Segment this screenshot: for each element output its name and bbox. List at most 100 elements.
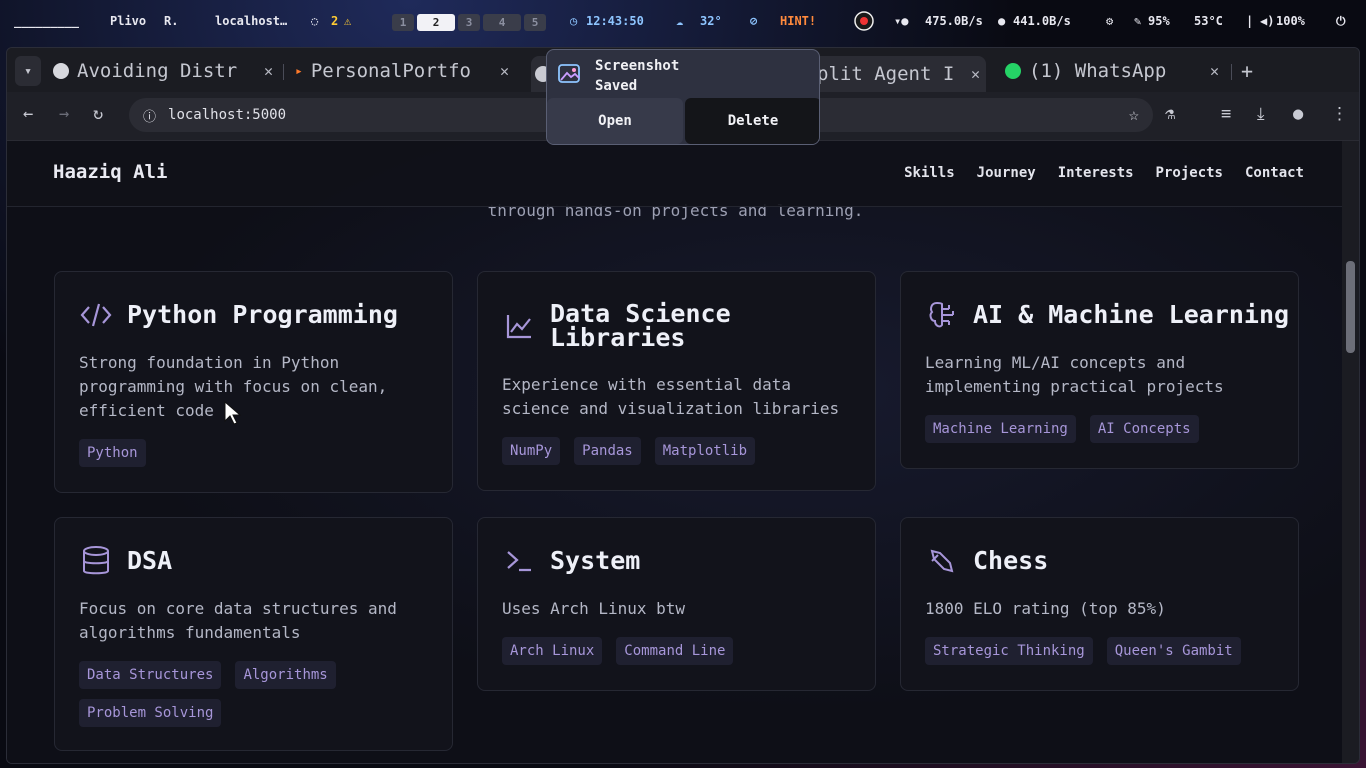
database-icon bbox=[79, 544, 113, 578]
page-scrollbar[interactable] bbox=[1342, 141, 1359, 763]
url-text: localhost:5000 bbox=[168, 107, 287, 123]
card-title: DSA bbox=[127, 546, 173, 575]
hint-badge[interactable]: HINT! bbox=[780, 14, 816, 28]
back-arrow-icon[interactable]: ← bbox=[23, 104, 33, 124]
tag: Machine Learning bbox=[925, 415, 1076, 443]
nav-projects[interactable]: Projects bbox=[1156, 165, 1223, 181]
card-title: Chess bbox=[973, 546, 1049, 575]
notification-title: Screenshot bbox=[595, 58, 680, 74]
tag-list: Python bbox=[79, 439, 429, 467]
skill-card-data-science: Data Science Libraries Experience with e… bbox=[477, 271, 876, 491]
wifi-icon[interactable]: ▾● bbox=[894, 14, 908, 28]
workspace-4[interactable]: 4 bbox=[483, 14, 521, 31]
tab-personal-portfolio[interactable]: ▸ PersonalPortfo ✕ bbox=[295, 56, 509, 86]
bookmark-star-icon[interactable]: ☆ bbox=[1129, 105, 1139, 125]
temperature[interactable]: 53°C bbox=[1194, 14, 1223, 28]
card-description: Strong foundation in Python programming … bbox=[79, 353, 388, 420]
image-icon bbox=[557, 62, 583, 90]
open-button[interactable]: Open bbox=[547, 98, 683, 144]
nav-contact[interactable]: Contact bbox=[1245, 165, 1304, 181]
tag: Pandas bbox=[574, 437, 641, 465]
workspace-2[interactable]: 2 bbox=[417, 14, 455, 31]
weather-icon: ☁ bbox=[676, 14, 684, 28]
nav-skills[interactable]: Skills bbox=[904, 165, 955, 181]
tag: Data Structures bbox=[79, 661, 222, 689]
nav-interests[interactable]: Interests bbox=[1058, 165, 1134, 181]
battery-icon: ✎ bbox=[1134, 14, 1142, 28]
app-plivo[interactable]: Plivo bbox=[110, 14, 146, 28]
card-description: 1800 ELO rating (top 85%) bbox=[925, 599, 1166, 618]
tab-separator bbox=[1231, 64, 1232, 80]
tag-list: Data Structures Algorithms Problem Solvi… bbox=[79, 661, 429, 727]
notification-count[interactable]: 2 bbox=[331, 14, 338, 28]
tag-list: Machine Learning AI Concepts bbox=[925, 415, 1275, 443]
reload-icon[interactable]: ↻ bbox=[93, 104, 103, 124]
tab-avoiding-distractions[interactable]: Avoiding Distr ✕ bbox=[53, 56, 273, 86]
workspace-1[interactable]: 1 bbox=[392, 14, 414, 31]
tab-title: plit Agent I bbox=[817, 63, 955, 85]
clock[interactable]: 12:43:50 bbox=[586, 14, 644, 28]
site-brand[interactable]: Haaziq Ali bbox=[53, 161, 167, 183]
tab-separator bbox=[283, 64, 284, 80]
tag: Queen's Gambit bbox=[1106, 637, 1241, 665]
nav-journey[interactable]: Journey bbox=[977, 165, 1036, 181]
notification-subtitle: Saved bbox=[595, 78, 638, 94]
media-controls-icon[interactable]: ≡ bbox=[1221, 104, 1231, 124]
tag: Arch Linux bbox=[502, 637, 603, 665]
site-info-icon[interactable]: ⓘ bbox=[143, 106, 156, 125]
replit-icon: ▸ bbox=[295, 63, 303, 79]
skill-card-ai-ml: AI & Machine Learning Learning ML/AI con… bbox=[900, 271, 1299, 469]
skill-card-python: Python Programming Strong foundation in … bbox=[54, 271, 453, 493]
drop-icon: ◌ bbox=[311, 14, 319, 28]
tag: Problem Solving bbox=[79, 699, 222, 727]
menu-kebab-icon[interactable]: ⋮ bbox=[1331, 104, 1348, 124]
tag: Strategic Thinking bbox=[925, 637, 1093, 665]
tag: NumPy bbox=[502, 437, 561, 465]
close-icon[interactable]: ✕ bbox=[264, 62, 273, 80]
scrollbar-thumb[interactable] bbox=[1346, 261, 1355, 353]
eye-off-icon[interactable]: ⊘ bbox=[750, 14, 757, 28]
new-tab-button[interactable]: + bbox=[1241, 56, 1253, 86]
workspace-3[interactable]: 3 bbox=[458, 14, 480, 31]
close-icon[interactable]: ✕ bbox=[1210, 62, 1219, 80]
tag-list: NumPy Pandas Matplotlib bbox=[502, 437, 852, 465]
site-navbar: Haaziq Ali Skills Journey Interests Proj… bbox=[7, 141, 1344, 207]
globe-icon bbox=[53, 63, 69, 79]
delete-button[interactable]: Delete bbox=[685, 98, 819, 144]
tab-search-button[interactable]: ▾ bbox=[15, 56, 41, 86]
tab-title: Avoiding Distr bbox=[77, 60, 238, 82]
close-icon[interactable]: ✕ bbox=[500, 62, 509, 80]
volume-level[interactable]: 100% bbox=[1276, 14, 1305, 28]
power-icon[interactable]: ⏻ bbox=[1336, 14, 1346, 29]
chart-line-icon bbox=[502, 309, 536, 343]
net-up: 441.0B/s bbox=[1013, 14, 1071, 28]
card-description: Uses Arch Linux btw bbox=[502, 599, 686, 618]
bell-icon[interactable]: ⚠ bbox=[344, 14, 351, 28]
weather-temp[interactable]: 32° bbox=[700, 14, 722, 28]
tag-list: Arch Linux Command Line bbox=[502, 637, 852, 665]
tag: Command Line bbox=[616, 637, 734, 665]
profile-icon[interactable]: ● bbox=[1293, 104, 1303, 124]
tag: Python bbox=[79, 439, 146, 467]
card-title: Python Programming bbox=[127, 300, 398, 329]
terminal-icon bbox=[502, 544, 536, 578]
card-title: Data Science Libraries bbox=[550, 299, 731, 352]
app-r[interactable]: R. bbox=[164, 14, 178, 28]
labs-flask-icon[interactable]: ⚗ bbox=[1165, 104, 1175, 124]
tab-whatsapp[interactable]: (1) WhatsApp ✕ bbox=[1005, 56, 1219, 86]
forward-arrow-icon[interactable]: → bbox=[59, 104, 69, 124]
tab-title: (1) WhatsApp bbox=[1029, 60, 1167, 82]
workspace-switcher: 1 2 3 4 5 bbox=[392, 14, 546, 31]
download-icon[interactable]: ⤓ bbox=[1257, 104, 1265, 124]
web-page: through hands-on projects and learning. … bbox=[7, 141, 1344, 763]
tag: Algorithms bbox=[235, 661, 336, 689]
volume-icon[interactable]: ◀) bbox=[1260, 14, 1274, 28]
plus-icon: + bbox=[1241, 59, 1254, 83]
close-icon[interactable]: ✕ bbox=[971, 65, 980, 83]
record-icon[interactable] bbox=[854, 11, 874, 34]
card-description: Focus on core data structures and algori… bbox=[79, 599, 397, 642]
cpu-usage[interactable]: 95% bbox=[1148, 14, 1170, 28]
notification-text: Screenshot Saved bbox=[595, 56, 679, 96]
workspace-indicator[interactable]: _________ bbox=[14, 14, 79, 28]
workspace-5[interactable]: 5 bbox=[524, 14, 546, 31]
